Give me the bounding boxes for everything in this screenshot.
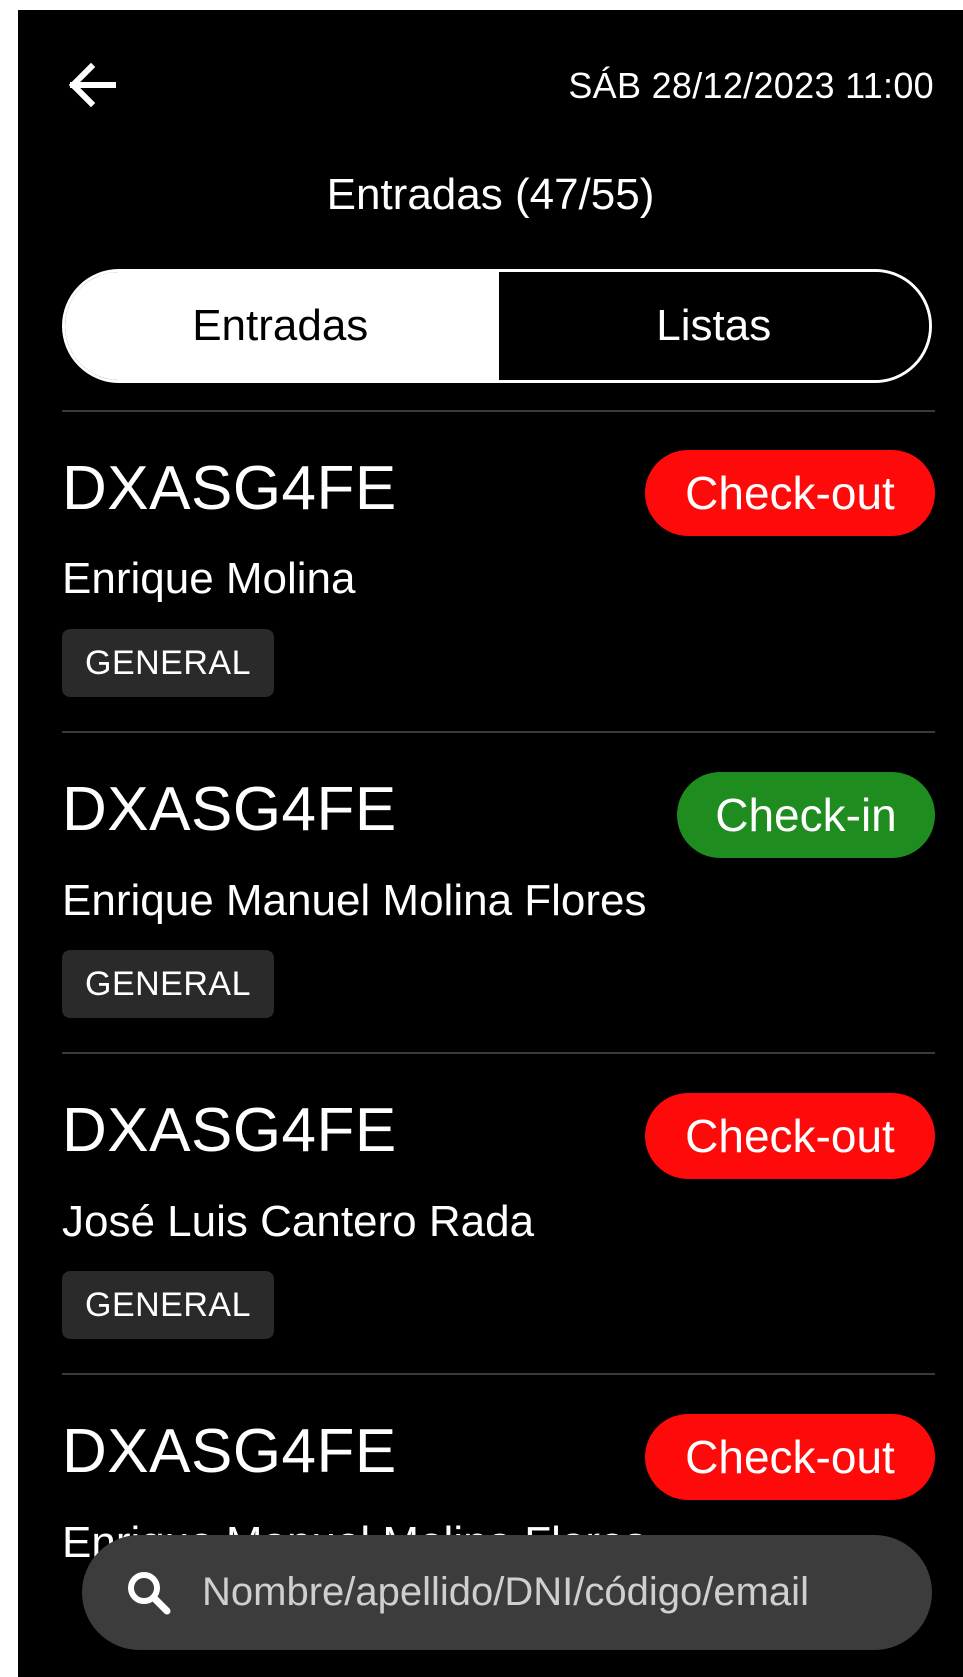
tab-entradas[interactable]: Entradas <box>65 272 496 380</box>
ticket-type-badge: GENERAL <box>62 629 274 697</box>
divider <box>62 1373 935 1375</box>
search-icon <box>128 1571 171 1614</box>
ticket-code: DXASG4FE <box>62 1417 397 1486</box>
divider <box>62 1052 935 1054</box>
back-button[interactable] <box>64 60 120 110</box>
ticket-holder-name: Enrique Manuel Molina Flores <box>62 876 647 925</box>
event-datetime: SÁB 28/12/2023 11:00 <box>568 65 934 106</box>
ticket-code: DXASG4FE <box>62 1096 397 1165</box>
ticket-code: DXASG4FE <box>62 454 397 523</box>
tab-switcher: Entradas Listas <box>62 269 932 383</box>
ticket-code: DXASG4FE <box>62 775 397 844</box>
search-bar[interactable] <box>82 1535 932 1650</box>
divider <box>62 731 935 733</box>
ticket-type-badge: GENERAL <box>62 950 274 1018</box>
check-in-button[interactable]: Check-in <box>677 772 935 858</box>
check-out-button[interactable]: Check-out <box>645 450 935 536</box>
check-out-button[interactable]: Check-out <box>645 1093 935 1179</box>
page-title: Entradas (47/55) <box>326 170 655 219</box>
arrow-left-icon <box>68 63 116 107</box>
check-out-button[interactable]: Check-out <box>645 1414 935 1500</box>
ticket-holder-name: José Luis Cantero Rada <box>62 1197 535 1246</box>
check-in-screen: SÁB 28/12/2023 11:00 Entradas (47/55) En… <box>18 10 963 1677</box>
divider <box>62 410 935 412</box>
ticket-type-badge: GENERAL <box>62 1271 274 1339</box>
tab-listas[interactable]: Listas <box>495 272 929 380</box>
ticket-holder-name: Enrique Molina <box>62 554 356 603</box>
search-input[interactable] <box>202 1562 932 1623</box>
